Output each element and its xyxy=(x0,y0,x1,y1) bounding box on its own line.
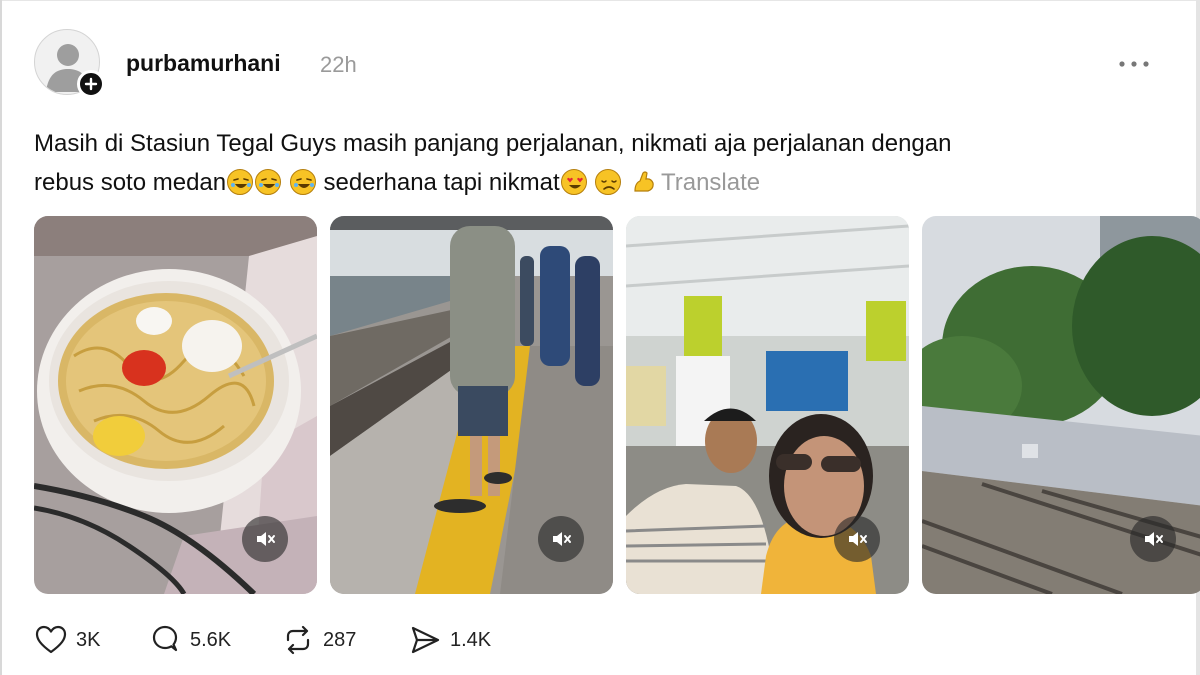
mute-button[interactable] xyxy=(538,516,584,562)
mute-button[interactable] xyxy=(1130,516,1176,562)
caption-text-mid: sederhana tapi nikmat xyxy=(316,169,560,196)
noodle-bowl-photo[interactable] xyxy=(34,216,317,594)
username[interactable]: purbamurhani xyxy=(126,50,281,77)
rofl-emoji-icon xyxy=(289,169,316,195)
heart-eyes-emoji-icon xyxy=(560,169,587,195)
more-options-button[interactable] xyxy=(1112,51,1156,77)
window-top-border xyxy=(0,0,1200,1)
reply-count: 5.6K xyxy=(190,628,232,651)
comment-icon xyxy=(152,625,178,652)
more-horizontal-icon xyxy=(1119,61,1149,67)
rofl-emoji-icon xyxy=(255,169,282,195)
repost-button[interactable]: 287 xyxy=(281,621,356,659)
caption-line-1: Masih di Stasiun Tegal Guys masih panjan… xyxy=(34,130,952,157)
reply-button[interactable]: 5.6K xyxy=(148,621,231,659)
translate-link[interactable]: Translate xyxy=(661,169,760,196)
send-icon xyxy=(411,626,440,654)
selfie-photo[interactable] xyxy=(626,216,909,594)
repost-count: 287 xyxy=(323,628,357,651)
caption-text-start: rebus soto medan xyxy=(34,169,227,196)
station-platform-photo[interactable] xyxy=(330,216,613,594)
follow-button[interactable] xyxy=(77,70,105,98)
volume-muted-icon xyxy=(257,532,275,546)
post-caption: Masih di Stasiun Tegal Guys masih panjan… xyxy=(34,124,1154,202)
rofl-emoji-icon xyxy=(227,169,254,195)
disappointed-emoji-icon xyxy=(595,169,622,195)
mute-button[interactable] xyxy=(834,516,880,562)
volume-muted-icon xyxy=(849,532,867,546)
caption-line-2: rebus soto medan sederhana tapi nikmat T… xyxy=(34,163,1154,202)
share-button[interactable]: 1.4K xyxy=(408,621,491,659)
railway-tracks-photo[interactable] xyxy=(922,216,1200,594)
post-time[interactable]: 22h xyxy=(320,52,357,78)
like-count: 3K xyxy=(76,628,101,651)
like-button[interactable]: 3K xyxy=(34,621,100,659)
flexed-biceps-emoji-icon xyxy=(634,171,654,192)
volume-muted-icon xyxy=(553,532,571,546)
mute-button[interactable] xyxy=(242,516,288,562)
volume-muted-icon xyxy=(1145,532,1163,546)
heart-icon xyxy=(35,625,67,654)
share-count: 1.4K xyxy=(450,628,492,651)
repost-icon xyxy=(286,625,310,655)
window-left-border xyxy=(0,0,2,675)
plus-icon xyxy=(84,77,98,91)
